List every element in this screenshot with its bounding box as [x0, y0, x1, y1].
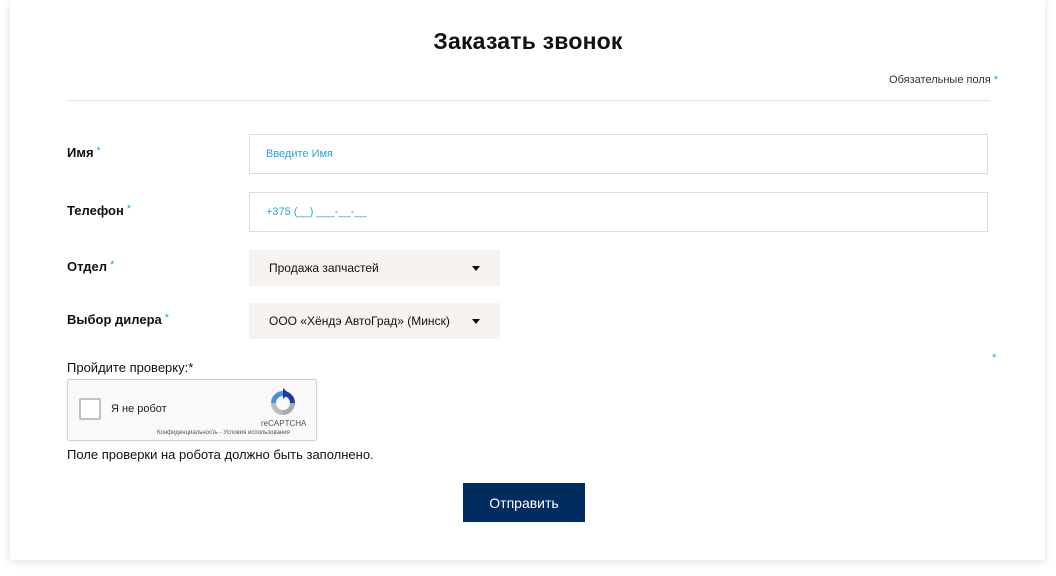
header-divider: [67, 100, 990, 101]
required-asterisk: *: [164, 312, 170, 324]
required-fields-note-text: Обязательные поля: [889, 74, 991, 86]
department-label-text: Отдел: [67, 259, 108, 274]
recaptcha-widget: Я не робот reCAPTCHA Конфиденциальность …: [67, 379, 317, 441]
required-asterisk: *: [126, 203, 132, 215]
required-asterisk: *: [110, 259, 115, 271]
verification-label: Пройдите проверку:*: [67, 360, 194, 375]
required-asterisk: *: [993, 74, 998, 86]
recaptcha-logo-icon: [271, 388, 295, 415]
name-label-text: Имя: [67, 145, 94, 160]
dealer-label-text: Выбор дилера: [67, 312, 162, 327]
privacy-link[interactable]: Конфиденциальность: [157, 430, 218, 436]
terms-link[interactable]: Условия использования: [223, 430, 290, 436]
recaptcha-links: Конфиденциальность - Условия использован…: [157, 430, 290, 436]
department-select[interactable]: Продажа запчастей: [249, 250, 500, 286]
required-asterisk: *: [992, 352, 997, 364]
chevron-down-icon: [472, 318, 480, 324]
required-asterisk: *: [96, 145, 101, 157]
submit-button[interactable]: Отправить: [463, 483, 585, 522]
recaptcha-brand: reCAPTCHA: [261, 419, 307, 428]
name-label: Имя *: [67, 145, 101, 160]
phone-label-text: Телефон: [67, 203, 124, 218]
form-title: Заказать звонок: [433, 28, 623, 54]
department-selected-value: Продажа запчастей: [269, 261, 379, 275]
verification-error-message: Поле проверки на робота должно быть запо…: [67, 447, 374, 462]
dealer-selected-value: ООО «Хёндэ АвтоГрад» (Минск): [269, 314, 450, 328]
phone-input[interactable]: [249, 192, 988, 232]
recaptcha-checkbox-label: Я не робот: [111, 403, 167, 415]
recaptcha-checkbox[interactable]: [79, 398, 101, 420]
department-label: Отдел *: [67, 259, 114, 274]
name-input[interactable]: [249, 134, 988, 174]
chevron-down-icon: [472, 265, 480, 271]
phone-label: Телефон *: [67, 203, 131, 218]
dealer-label: Выбор дилера *: [67, 312, 169, 327]
dealer-select[interactable]: ООО «Хёндэ АвтоГрад» (Минск): [249, 303, 500, 339]
required-fields-note: Обязательные поля *: [889, 74, 998, 86]
